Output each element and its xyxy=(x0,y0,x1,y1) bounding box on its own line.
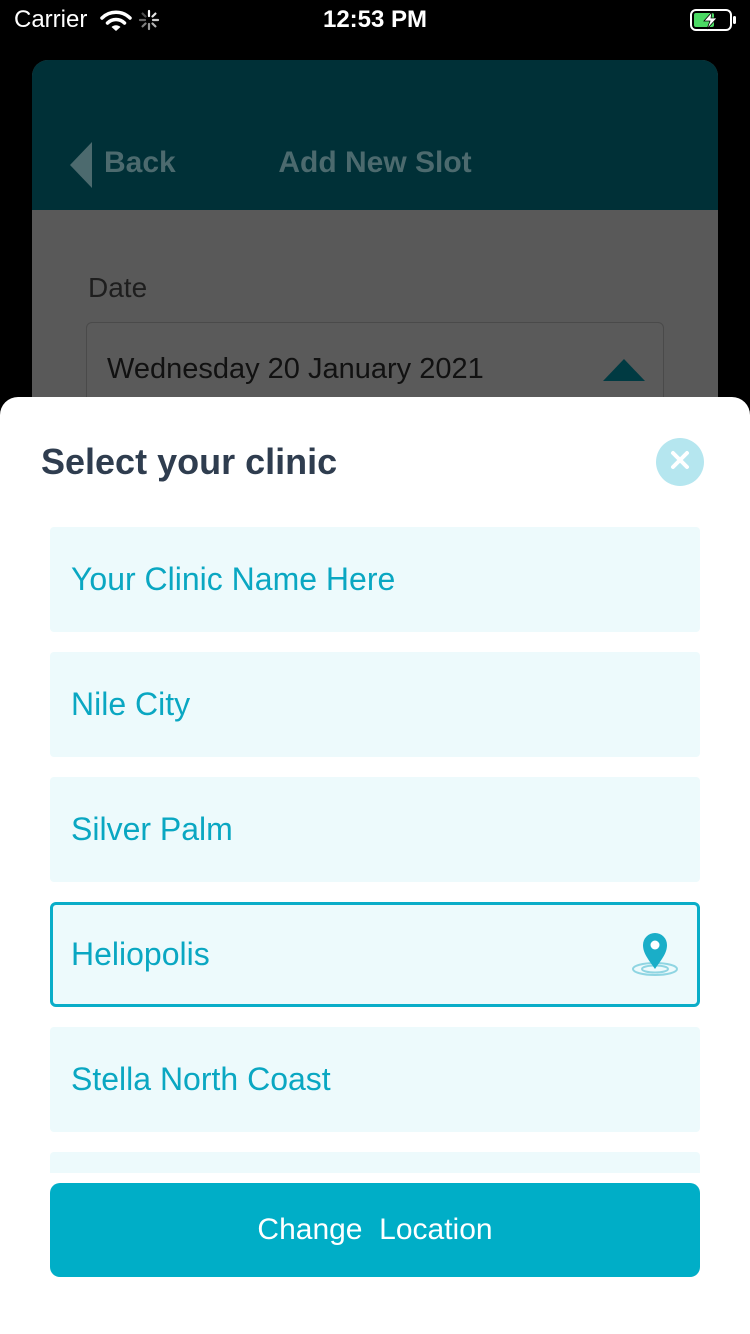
clock-time: 12:53 PM xyxy=(322,6,428,33)
background-screen: Back Add New Slot Date Wednesday 20 Janu… xyxy=(32,60,718,440)
clinic-item-stella-north-coast[interactable]: Stella North Coast xyxy=(50,1027,700,1132)
clinic-item-your-clinic-name-here[interactable]: Your Clinic Name Here xyxy=(50,527,700,632)
caret-up-icon xyxy=(603,359,645,386)
status-bar: Carrier 12:53 PM xyxy=(0,0,750,40)
location-pin-icon xyxy=(631,929,679,982)
clinic-item-silver-palm[interactable]: Silver Palm xyxy=(50,777,700,882)
clinic-label: Silver Palm xyxy=(71,811,233,847)
clinic-selection-sheet: Select your clinic Your Clinic Name Here… xyxy=(0,397,750,1334)
battery-charging-icon xyxy=(690,8,738,39)
clinic-item-heliopolis[interactable]: Heliopolis xyxy=(50,902,700,1007)
date-value: Wednesday 20 January 2021 xyxy=(107,353,484,385)
clinic-label: Stella North Coast xyxy=(71,1061,331,1097)
page-title: Add New Slot xyxy=(278,146,472,179)
change-location-button[interactable]: Change Location xyxy=(50,1183,700,1277)
close-icon xyxy=(670,450,690,475)
date-label: Date xyxy=(88,272,148,303)
clinic-item-partial[interactable] xyxy=(50,1152,700,1173)
clinic-item-nile-city[interactable]: Nile City xyxy=(50,652,700,757)
clinic-label: Heliopolis xyxy=(71,936,210,972)
clinic-label: Nile City xyxy=(71,686,191,722)
clinic-label: Your Clinic Name Here xyxy=(71,561,396,597)
sheet-title: Select your clinic xyxy=(41,441,338,482)
nav-header: Back Add New Slot xyxy=(32,60,718,210)
clinic-list[interactable]: Your Clinic Name Here Nile City Silver P… xyxy=(50,527,700,1173)
close-button[interactable] xyxy=(656,438,704,486)
